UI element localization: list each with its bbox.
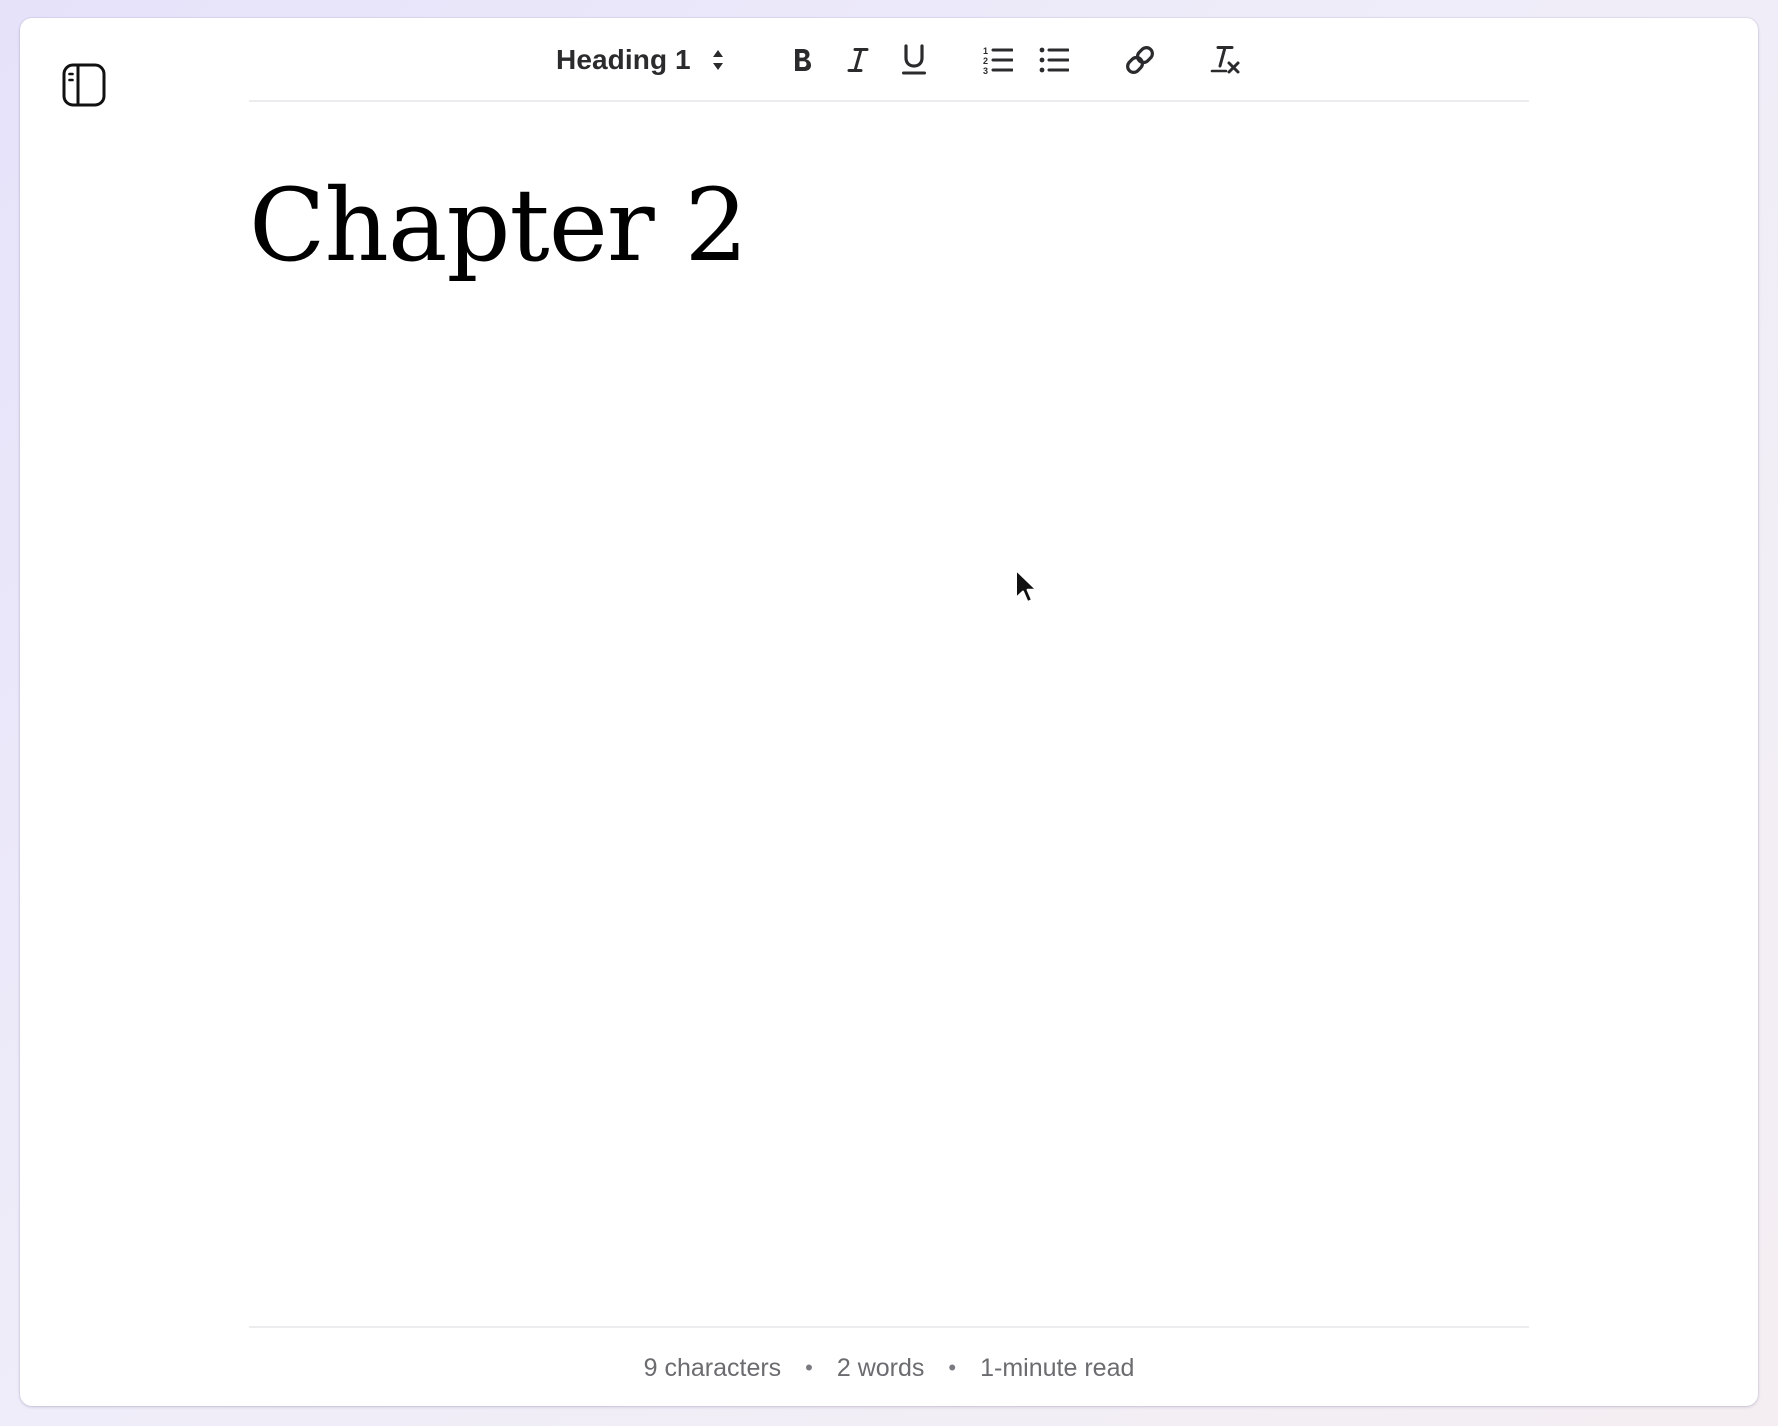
up-down-chevron-icon xyxy=(712,50,723,70)
block-type-label: Heading 1 xyxy=(556,44,691,75)
italic-button[interactable] xyxy=(835,36,881,84)
read-time: 1-minute read xyxy=(980,1353,1135,1382)
italic-icon xyxy=(847,48,869,72)
bullet-list-icon xyxy=(1039,47,1069,73)
character-count: 9 characters xyxy=(643,1353,782,1382)
editor-window: Heading 1 1 2 3 Chapter 2 9 characters •… xyxy=(20,18,1758,1406)
svg-text:3: 3 xyxy=(983,66,988,75)
block-type-select[interactable]: Heading 1 xyxy=(556,36,746,84)
sidebar-icon xyxy=(62,63,106,107)
underline-icon xyxy=(902,44,926,75)
link-icon xyxy=(1126,46,1154,74)
word-count: 2 words xyxy=(836,1353,925,1382)
sidebar-toggle-button[interactable] xyxy=(61,62,107,108)
svg-text:2: 2 xyxy=(983,56,988,66)
stats-separator: • xyxy=(948,1355,957,1380)
unordered-list-button[interactable] xyxy=(1031,36,1077,84)
underline-button[interactable] xyxy=(891,36,937,84)
stats-separator: • xyxy=(805,1355,813,1380)
document-stats-bar: 9 characters • 2 words • 1-minute read xyxy=(249,1326,1529,1406)
link-button[interactable] xyxy=(1115,36,1165,84)
bold-icon xyxy=(795,49,811,71)
mouse-pointer-icon xyxy=(1015,569,1038,603)
ordered-list-icon: 1 2 3 xyxy=(983,46,1013,75)
clear-format-icon xyxy=(1210,46,1240,74)
document-heading[interactable]: Chapter 2 xyxy=(249,168,1529,283)
document-editor[interactable]: Chapter 2 xyxy=(249,168,1529,1308)
bold-button[interactable] xyxy=(779,36,825,84)
format-toolbar: Heading 1 1 2 3 xyxy=(249,18,1529,102)
clear-format-button[interactable] xyxy=(1201,36,1251,84)
ordered-list-button[interactable]: 1 2 3 xyxy=(975,36,1021,84)
svg-text:1: 1 xyxy=(983,46,988,56)
